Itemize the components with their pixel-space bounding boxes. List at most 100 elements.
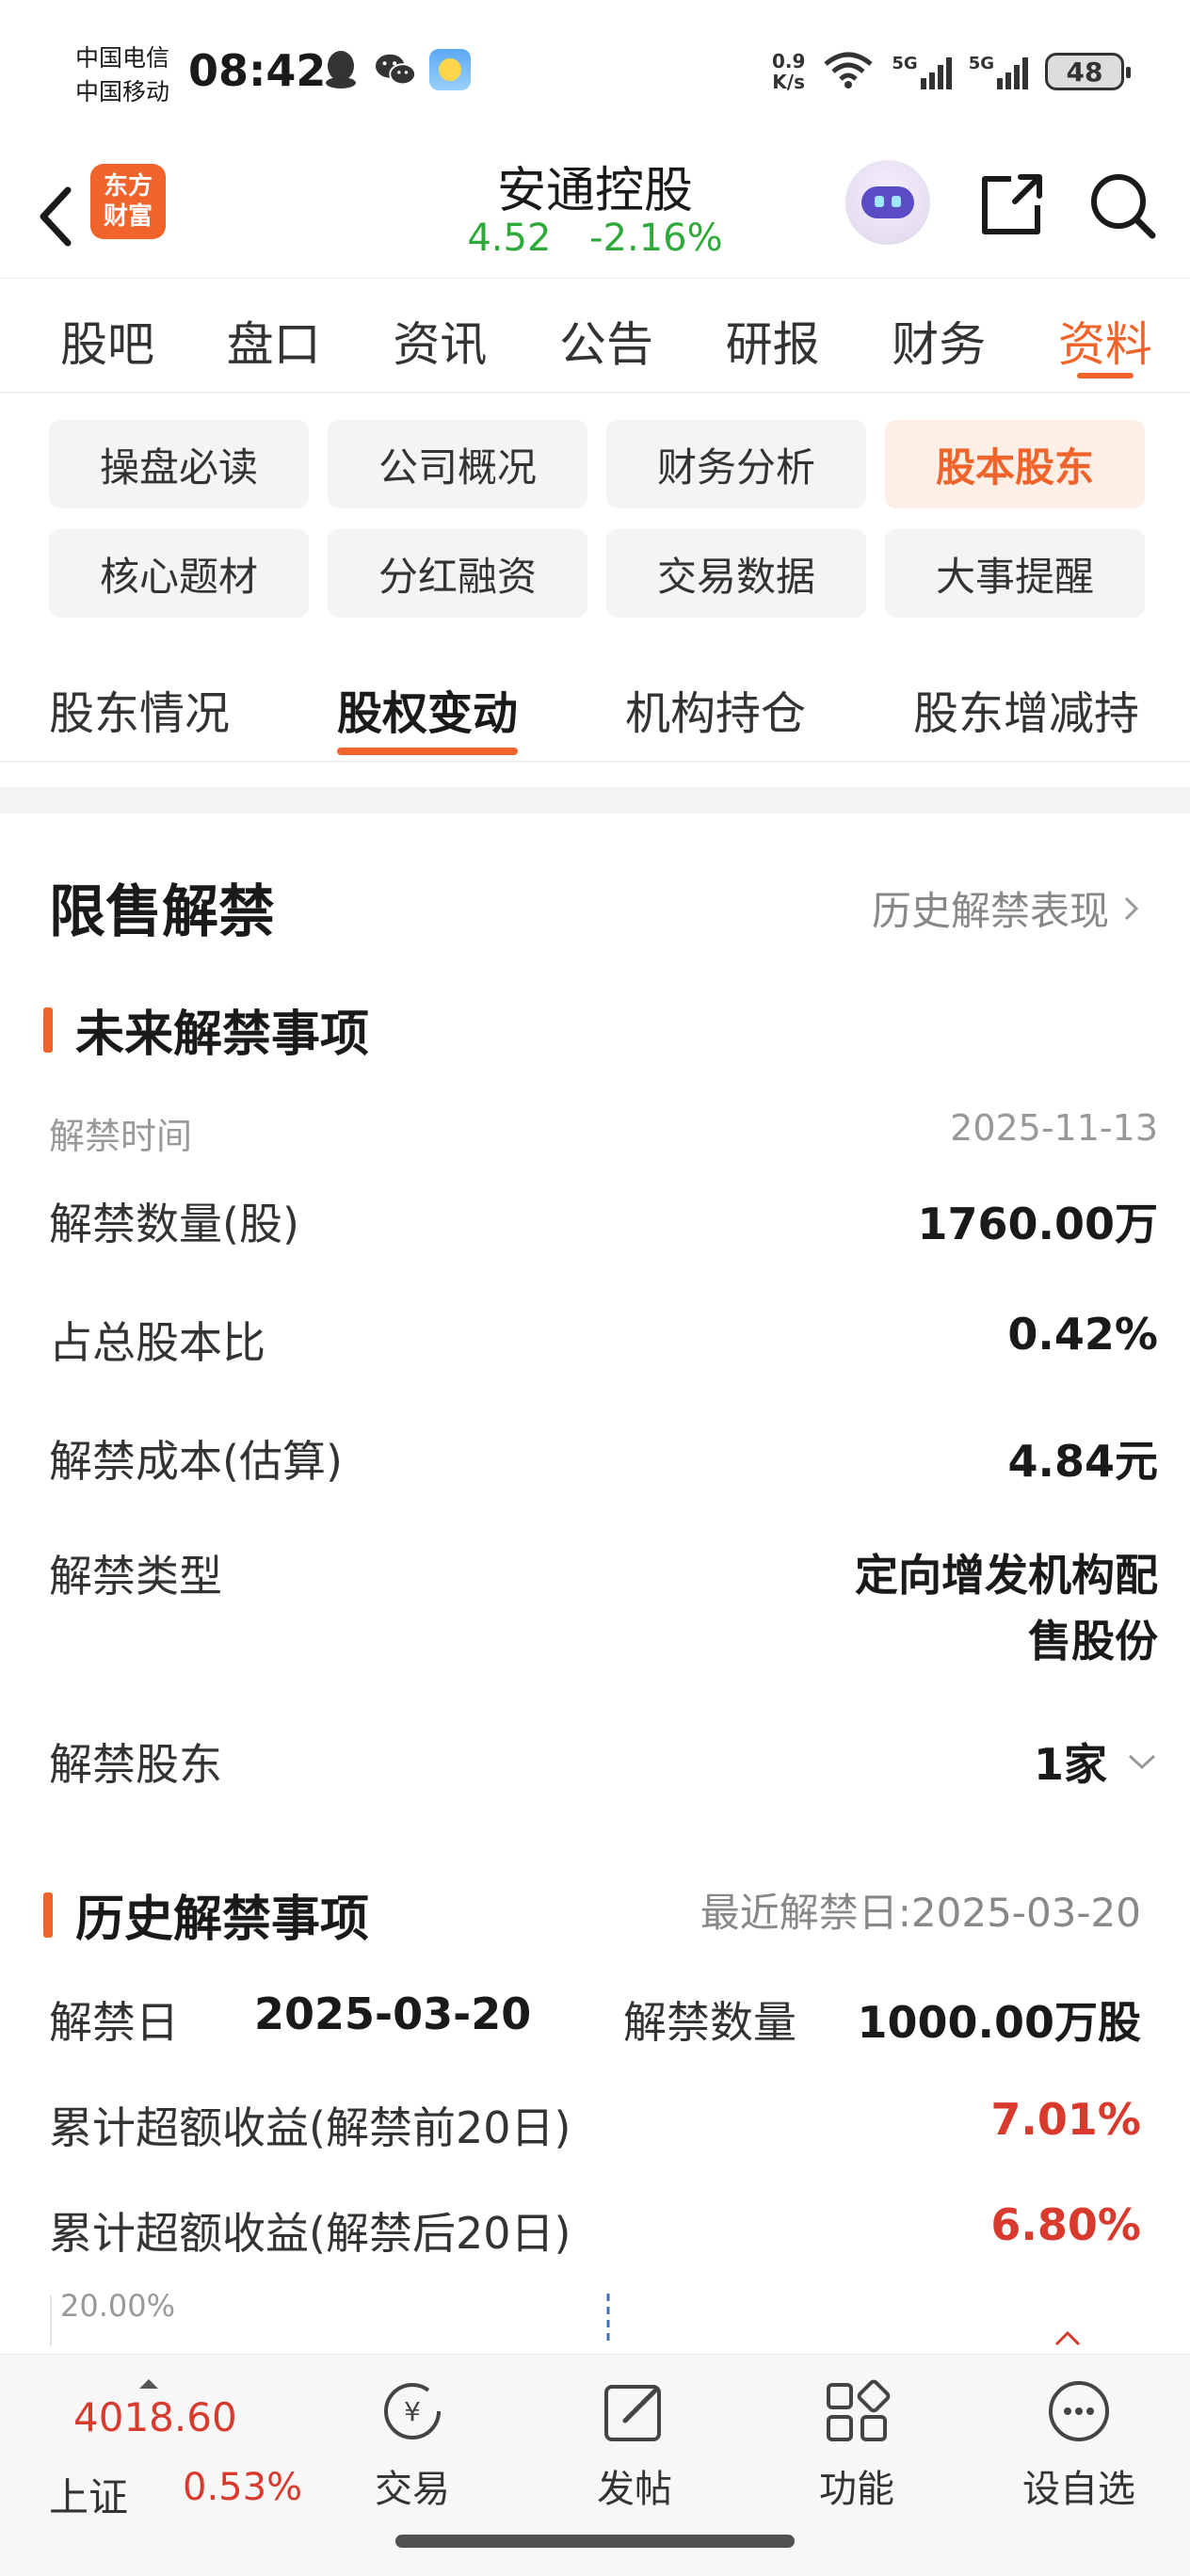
chart-canvas: 20.00% bbox=[50, 2288, 1081, 2346]
tab-research[interactable]: 研报 bbox=[726, 279, 820, 392]
wifi-icon bbox=[822, 51, 875, 92]
unlock-cost-value: 4.84元 bbox=[1007, 1436, 1159, 1487]
unlock-cost-label: 解禁成本(估算) bbox=[49, 1436, 343, 1487]
history-date-label: 解禁日 bbox=[49, 1997, 179, 2048]
nav-trade[interactable]: ¥ 交易 bbox=[337, 2374, 488, 2524]
tab-equity-changes[interactable]: 股权变动 bbox=[337, 676, 519, 755]
unlock-holders-label: 解禁股东 bbox=[49, 1739, 222, 1790]
index-change: 0.53% bbox=[183, 2466, 303, 2509]
edit-icon bbox=[604, 2385, 661, 2441]
net-speed: 0.9 K/s bbox=[771, 50, 806, 93]
unlock-type-value: 定向增发机构配售股份 bbox=[855, 1550, 1158, 1666]
unlock-time-label: 解禁时间 bbox=[49, 1116, 193, 1157]
latest-unlock-date: 最近解禁日:2025-03-20 bbox=[700, 1890, 1141, 1936]
unlock-quantity-value: 1760.00万 bbox=[917, 1199, 1158, 1249]
unlock-quantity-label: 解禁数量(股) bbox=[49, 1199, 299, 1249]
pre-unlock-return-value: 7.01% bbox=[990, 2094, 1141, 2145]
category-grid: 操盘必读 公司概况 财务分析 股本股东 核心题材 分红融资 交易数据 大事提醒 bbox=[49, 420, 1145, 618]
carrier-2: 中国移动 bbox=[75, 78, 170, 105]
stock-header: 东方 财富 安通控股 4.52 -2.16% bbox=[0, 151, 1190, 279]
category-trading-guide[interactable]: 操盘必读 bbox=[49, 420, 309, 508]
history-performance-link[interactable]: 历史解禁表现 bbox=[872, 879, 1141, 937]
tab-holding-changes[interactable]: 股东增减持 bbox=[913, 676, 1139, 742]
nav-post[interactable]: 发帖 bbox=[559, 2374, 710, 2524]
unlock-time-row: 解禁时间 2025-11-13 bbox=[49, 1107, 1158, 1159]
svg-text:¥: ¥ bbox=[404, 2396, 421, 2427]
wechat-icon bbox=[375, 49, 416, 90]
index-value: 4018.60 bbox=[73, 2394, 237, 2440]
more-icon bbox=[1049, 2381, 1109, 2441]
unlock-holders-row[interactable]: 解禁股东 1家 bbox=[49, 1731, 1158, 1793]
notification-icons bbox=[320, 49, 471, 90]
post-unlock-return-row: 累计超额收益(解禁后20日) 6.80% bbox=[49, 2199, 1141, 2262]
nav-functions[interactable]: 功能 bbox=[781, 2374, 932, 2524]
category-dividends[interactable]: 分红融资 bbox=[328, 529, 587, 618]
section-title: 限售解禁 bbox=[49, 879, 275, 945]
history-summary-row: 解禁日 2025-03-20 解禁数量 1000.00万股 bbox=[49, 1988, 1141, 2048]
trade-icon: ¥ bbox=[384, 2383, 441, 2439]
tab-finance[interactable]: 财务 bbox=[892, 279, 986, 392]
unlock-cost-row: 解禁成本(估算) 4.84元 bbox=[49, 1427, 1158, 1489]
post-unlock-return-label: 累计超额收益(解禁后20日) bbox=[49, 2208, 571, 2259]
home-indicator[interactable] bbox=[395, 2535, 795, 2548]
tab-institutional-holdings[interactable]: 机构持仓 bbox=[625, 676, 806, 742]
unlock-quantity-row: 解禁数量(股) 1760.00万 bbox=[49, 1190, 1158, 1252]
section-tab-bar: 股东情况 股权变动 机构持仓 股东增减持 bbox=[0, 650, 1190, 763]
history-qty-value: 1000.00万股 bbox=[857, 1997, 1141, 2048]
main-tab-bar: 股吧 盘口 资讯 公告 研报 财务 资料 bbox=[0, 279, 1190, 394]
robot-icon bbox=[861, 186, 914, 218]
chevron-right-icon bbox=[1124, 896, 1139, 920]
unlock-holders-value[interactable]: 1家 bbox=[1034, 1731, 1158, 1793]
category-share-capital[interactable]: 股本股东 bbox=[885, 420, 1145, 508]
history-unlock-heading: 历史解禁事项 bbox=[43, 1879, 369, 1950]
search-icon[interactable] bbox=[1085, 168, 1160, 243]
carrier-labels: 中国电信 中国移动 bbox=[75, 41, 169, 109]
category-core-themes[interactable]: 核心题材 bbox=[49, 529, 309, 618]
tab-shareholders[interactable]: 股东情况 bbox=[49, 676, 230, 742]
weather-icon bbox=[429, 49, 471, 90]
unlock-type-row: 解禁类型 定向增发机构配售股份 bbox=[49, 1542, 1158, 1674]
signal-icon-2: 5G bbox=[969, 54, 1028, 89]
tab-news[interactable]: 资讯 bbox=[393, 279, 487, 392]
qq-icon bbox=[320, 49, 362, 90]
category-company-overview[interactable]: 公司概况 bbox=[328, 420, 587, 508]
status-time: 08:42 bbox=[188, 45, 327, 96]
status-bar: 中国电信 中国移动 08:42 0.9 K/s 5G 5G 48 bbox=[0, 0, 1190, 151]
unlock-type-label: 解禁类型 bbox=[49, 1551, 222, 1602]
carrier-1: 中国电信 bbox=[75, 44, 170, 72]
category-events[interactable]: 大事提醒 bbox=[885, 529, 1145, 618]
share-ratio-label: 占总股本比 bbox=[49, 1317, 265, 1368]
history-date-value: 2025-03-20 bbox=[254, 1988, 532, 2039]
share-ratio-row: 占总股本比 0.42% bbox=[49, 1309, 1158, 1371]
battery-icon: 48 bbox=[1045, 53, 1131, 90]
heading-accent-bar bbox=[43, 1006, 53, 1053]
chart-y-tick: 20.00% bbox=[60, 2290, 175, 2324]
tab-announcements[interactable]: 公告 bbox=[559, 279, 653, 392]
tab-profile[interactable]: 资料 bbox=[1058, 279, 1152, 392]
return-chart: 20.00% bbox=[49, 2288, 1141, 2346]
heading-accent-bar bbox=[43, 1892, 53, 1938]
caret-up-icon bbox=[139, 2379, 158, 2389]
pre-unlock-return-row: 累计超额收益(解禁前20日) 7.01% bbox=[49, 2094, 1141, 2156]
tab-pankou[interactable]: 盘口 bbox=[227, 279, 321, 392]
share-icon[interactable] bbox=[973, 168, 1049, 243]
ai-assistant-avatar[interactable] bbox=[845, 160, 930, 245]
stock-price: 4.52 bbox=[467, 217, 552, 260]
chevron-down-icon bbox=[1128, 1754, 1156, 1770]
pre-unlock-return-label: 累计超额收益(解禁前20日) bbox=[49, 2102, 571, 2153]
system-indicators: 0.9 K/s 5G 5G 48 bbox=[771, 50, 1131, 93]
category-trading-data[interactable]: 交易数据 bbox=[606, 529, 866, 618]
section-divider bbox=[0, 787, 1190, 813]
category-financial-analysis[interactable]: 财务分析 bbox=[606, 420, 866, 508]
index-ticker[interactable]: 4018.60 上证 0.53% bbox=[49, 2379, 302, 2520]
unlock-time-value: 2025-11-13 bbox=[950, 1107, 1158, 1149]
stock-change: -2.16% bbox=[589, 217, 723, 260]
grid-icon bbox=[827, 2379, 891, 2441]
signal-icon: 5G bbox=[892, 54, 952, 89]
index-name: 上证 bbox=[49, 2474, 129, 2520]
nav-watchlist[interactable]: 设自选 bbox=[1004, 2374, 1154, 2524]
return-line-peak bbox=[1054, 2330, 1081, 2346]
history-qty-label: 解禁数量 bbox=[623, 1997, 796, 2048]
tab-guba[interactable]: 股吧 bbox=[60, 279, 154, 392]
share-ratio-value: 0.42% bbox=[1007, 1309, 1158, 1360]
